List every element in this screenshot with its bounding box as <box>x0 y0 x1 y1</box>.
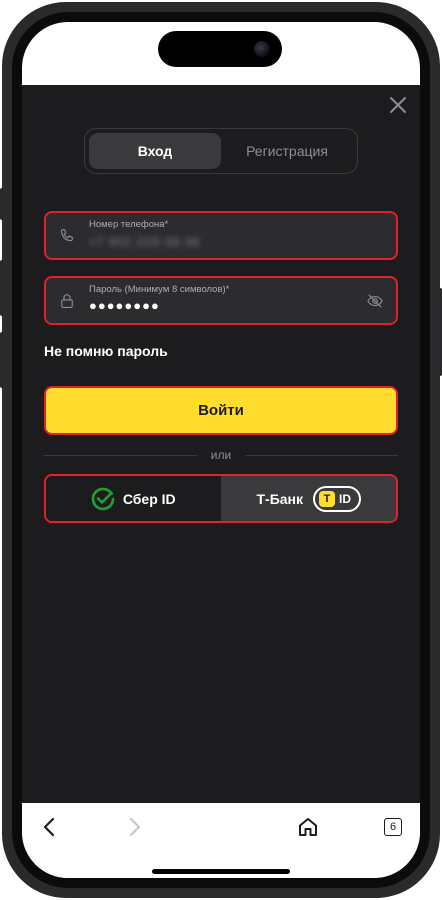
lock-icon <box>61 294 73 308</box>
divider-text: или <box>210 448 232 462</box>
auth-tabs: Вход Регистрация <box>84 128 358 174</box>
alt-login-row: Сбер ID Т-Банк T ID <box>44 474 398 523</box>
camera-icon <box>254 41 270 57</box>
tid-badge: T ID <box>313 485 362 512</box>
tbank-label: Т-Банк <box>256 490 304 507</box>
tid-badge-text: ID <box>339 491 352 506</box>
sber-id-button[interactable]: Сбер ID <box>46 476 222 521</box>
tab-login[interactable]: Вход <box>89 133 221 169</box>
action-button <box>0 188 4 220</box>
phone-field-value[interactable]: +7 902 229-38-38 <box>89 235 200 249</box>
phone-icon <box>60 229 73 242</box>
screen: Вход Регистрация Номер телефона* +7 902 … <box>22 22 420 878</box>
divider-line-left <box>44 454 197 456</box>
volume-down-button <box>0 332 4 388</box>
phone-field[interactable]: Номер телефона* +7 902 229-38-38 <box>44 211 398 260</box>
tbank-logo-icon: T <box>319 490 336 507</box>
dynamic-island <box>158 31 282 67</box>
volume-up-button <box>0 260 4 316</box>
forgot-password-link[interactable]: Не помню пароль <box>44 343 168 359</box>
browser-toolbar: 6 <box>22 803 420 878</box>
tabs-count-button[interactable]: 6 <box>384 818 402 836</box>
tbank-id-button[interactable]: Т-Банк T ID <box>221 476 396 521</box>
sber-id-label: Сбер ID <box>122 490 176 507</box>
chevron-right-icon[interactable] <box>122 815 146 839</box>
login-modal: Вход Регистрация Номер телефона* +7 902 … <box>22 85 420 803</box>
password-field-label: Пароль (Минимум 8 символов)* <box>89 284 230 295</box>
sber-logo-icon <box>91 487 115 510</box>
eye-off-icon[interactable] <box>366 292 384 310</box>
login-button[interactable]: Войти <box>44 386 398 435</box>
home-indicator <box>152 869 290 874</box>
home-icon[interactable] <box>296 815 320 839</box>
password-field-value[interactable]: ●●●●●●●● <box>89 298 160 313</box>
close-icon[interactable] <box>388 95 408 115</box>
or-divider: или <box>44 447 399 463</box>
phone-field-label: Номер телефона* <box>89 219 169 230</box>
tab-registration[interactable]: Регистрация <box>221 133 353 169</box>
divider-line-right <box>245 454 399 456</box>
chevron-left-icon[interactable] <box>38 815 62 839</box>
power-button <box>438 288 442 376</box>
password-field[interactable]: Пароль (Минимум 8 символов)* ●●●●●●●● <box>44 276 398 325</box>
